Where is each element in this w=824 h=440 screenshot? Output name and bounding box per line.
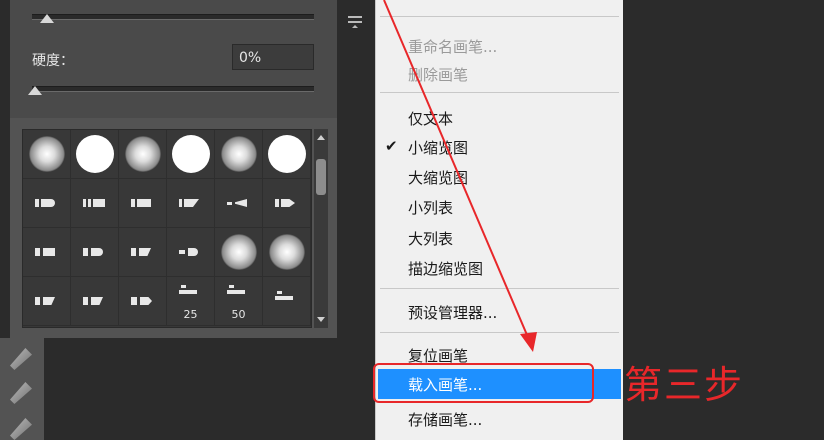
eraser-tool-icon[interactable] <box>10 418 32 440</box>
menu-item-preset-manager[interactable]: 预设管理器... <box>408 302 497 323</box>
brush-preset[interactable] <box>71 179 119 228</box>
brush-grid-scrollbar[interactable] <box>314 129 328 328</box>
brush-preset[interactable] <box>23 277 71 326</box>
brush-preset[interactable] <box>71 277 119 326</box>
hardness-input[interactable]: 0% <box>232 44 314 70</box>
size-slider-thumb[interactable] <box>40 14 54 23</box>
brush-preset[interactable] <box>119 130 167 179</box>
hardness-slider-track[interactable] <box>32 86 314 92</box>
size-slider-track[interactable] <box>32 14 314 20</box>
menu-separator <box>380 288 619 289</box>
menu-separator <box>380 92 619 93</box>
brush-preset[interactable] <box>263 130 311 179</box>
brush-preset[interactable] <box>215 130 263 179</box>
menu-item-small-list[interactable]: 小列表 <box>408 197 453 218</box>
brush-tool-icon[interactable] <box>10 348 32 370</box>
menu-item-rename-brush: 重命名画笔... <box>408 38 498 56</box>
brush-preset[interactable] <box>215 179 263 228</box>
brush-preset[interactable]: 50 <box>215 277 263 326</box>
brush-preset[interactable] <box>71 228 119 277</box>
brush-size-label: 25 <box>183 308 198 321</box>
menu-item-large-list[interactable]: 大列表 <box>408 228 453 249</box>
brush-preset[interactable] <box>71 130 119 179</box>
annotation-highlight-box <box>373 363 594 403</box>
pencil-tool-icon[interactable] <box>10 382 32 404</box>
brush-preset[interactable] <box>119 179 167 228</box>
brush-preset[interactable] <box>215 228 263 277</box>
brush-preset[interactable] <box>167 130 215 179</box>
annotation-step-text: 第三步 <box>624 363 745 407</box>
brush-preset[interactable] <box>263 179 311 228</box>
brush-preset-picker-panel: 硬度： 0% 25 50 <box>10 0 362 338</box>
menu-separator <box>380 332 619 333</box>
tool-strip <box>0 338 44 440</box>
menu-item-large-thumbnail[interactable]: 大缩览图 <box>408 167 468 188</box>
brush-preset[interactable] <box>167 179 215 228</box>
brush-presets-grid: 25 50 <box>22 129 312 328</box>
menu-item-text-only[interactable]: 仅文本 <box>408 108 453 129</box>
checkmark-icon: ✔ <box>385 137 398 155</box>
menu-separator <box>380 16 619 17</box>
menu-item-delete-brush: 删除画笔 <box>408 66 469 84</box>
brush-size-label: 50 <box>231 308 246 321</box>
brush-preset[interactable] <box>23 179 71 228</box>
brush-preset[interactable] <box>119 277 167 326</box>
brush-preset[interactable]: 25 <box>167 277 215 326</box>
brush-preset[interactable] <box>23 130 71 179</box>
brush-preset[interactable] <box>119 228 167 277</box>
hardness-slider-thumb[interactable] <box>28 86 42 95</box>
brush-settings-area: 硬度： 0% <box>10 0 337 118</box>
brush-preset[interactable] <box>263 277 311 326</box>
panel-menu-icon[interactable] <box>348 16 362 28</box>
scroll-up-icon[interactable] <box>317 135 325 140</box>
menu-item-save-brushes[interactable]: 存储画笔... <box>408 409 482 430</box>
brush-preset[interactable] <box>263 228 311 277</box>
scroll-down-icon[interactable] <box>317 317 325 322</box>
brush-preset[interactable] <box>23 228 71 277</box>
scroll-thumb[interactable] <box>316 159 326 195</box>
menu-item-small-thumbnail[interactable]: 小缩览图 <box>408 137 468 158</box>
menu-item-stroke-thumbnail[interactable]: 描边缩览图 <box>408 258 483 279</box>
hardness-label: 硬度： <box>32 53 74 69</box>
brush-preset[interactable] <box>167 228 215 277</box>
